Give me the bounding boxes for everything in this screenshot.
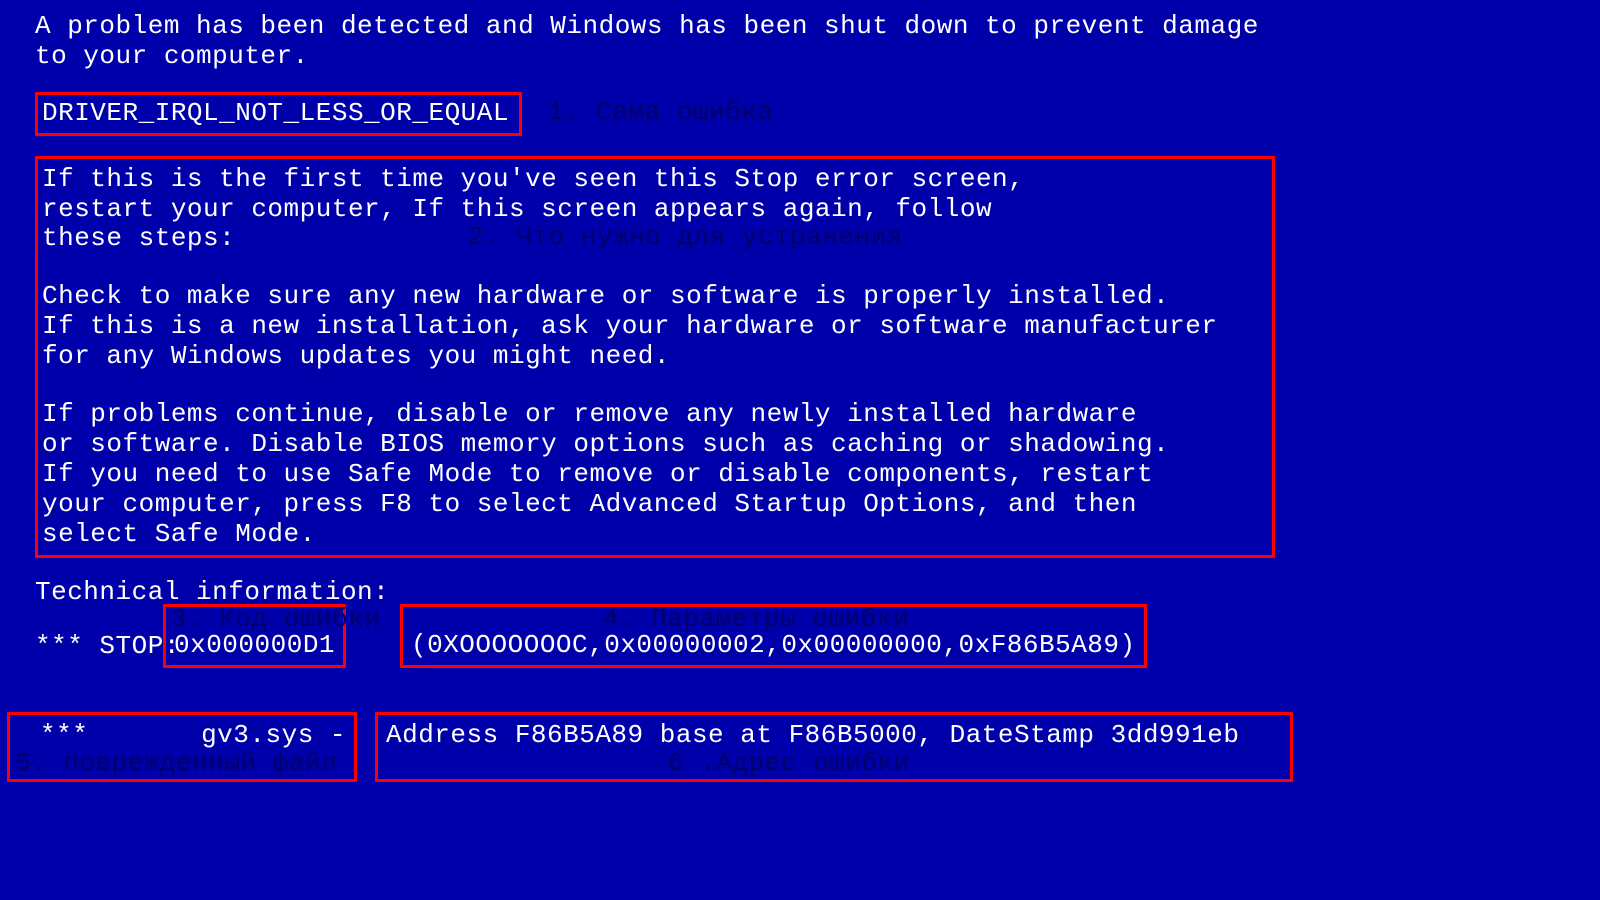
address-box: Address F86B5A89 base at F86B5000, DateS… — [375, 712, 1293, 782]
address-text: Address F86B5A89 base at F86B5000, DateS… — [386, 720, 1239, 750]
instructions-box: If this is the first time you've seen th… — [35, 156, 1275, 559]
instructions-p2: Check to make sure any new hardware or s… — [42, 282, 1262, 372]
intro-text: A problem has been detected and Windows … — [35, 12, 1565, 72]
file-box: *** gv3.sys - 5. поврежденный файл — [7, 712, 357, 782]
stop-params: (0XOOOOOOOC,0x00000002,0x00000000,0xF86B… — [411, 630, 1136, 660]
error-name-box: DRIVER_IRQL_NOT_LESS_OR_EQUAL 1. Сама ош… — [35, 92, 522, 136]
file-sys: *** gv3.sys - — [18, 721, 346, 751]
stop-line: *** STOP: 3. Код ошибки 0x000000D1 4. Па… — [35, 632, 1565, 664]
stop-code-box: 3. Код ошибки 0x000000D1 — [163, 604, 346, 668]
instructions-p1: If this is the first time you've seen th… — [42, 165, 1262, 255]
error-name: DRIVER_IRQL_NOT_LESS_OR_EQUAL — [42, 98, 509, 128]
annotation-6: 6 .Адрес ошибки — [668, 749, 910, 779]
annotation-1: 1. Сама ошибка — [548, 98, 773, 128]
stop-params-box: 4. Параметры ошибки (0XOOOOOOOC,0x000000… — [400, 604, 1147, 668]
stop-prefix: *** STOP: — [35, 631, 180, 661]
stop-code: 0x000000D1 — [174, 630, 335, 660]
file-line: *** gv3.sys - 5. поврежденный файл Addre… — [35, 712, 1565, 782]
instructions-p3: If problems continue, disable or remove … — [42, 400, 1262, 549]
annotation-5: 5. поврежденный файл — [15, 749, 337, 779]
